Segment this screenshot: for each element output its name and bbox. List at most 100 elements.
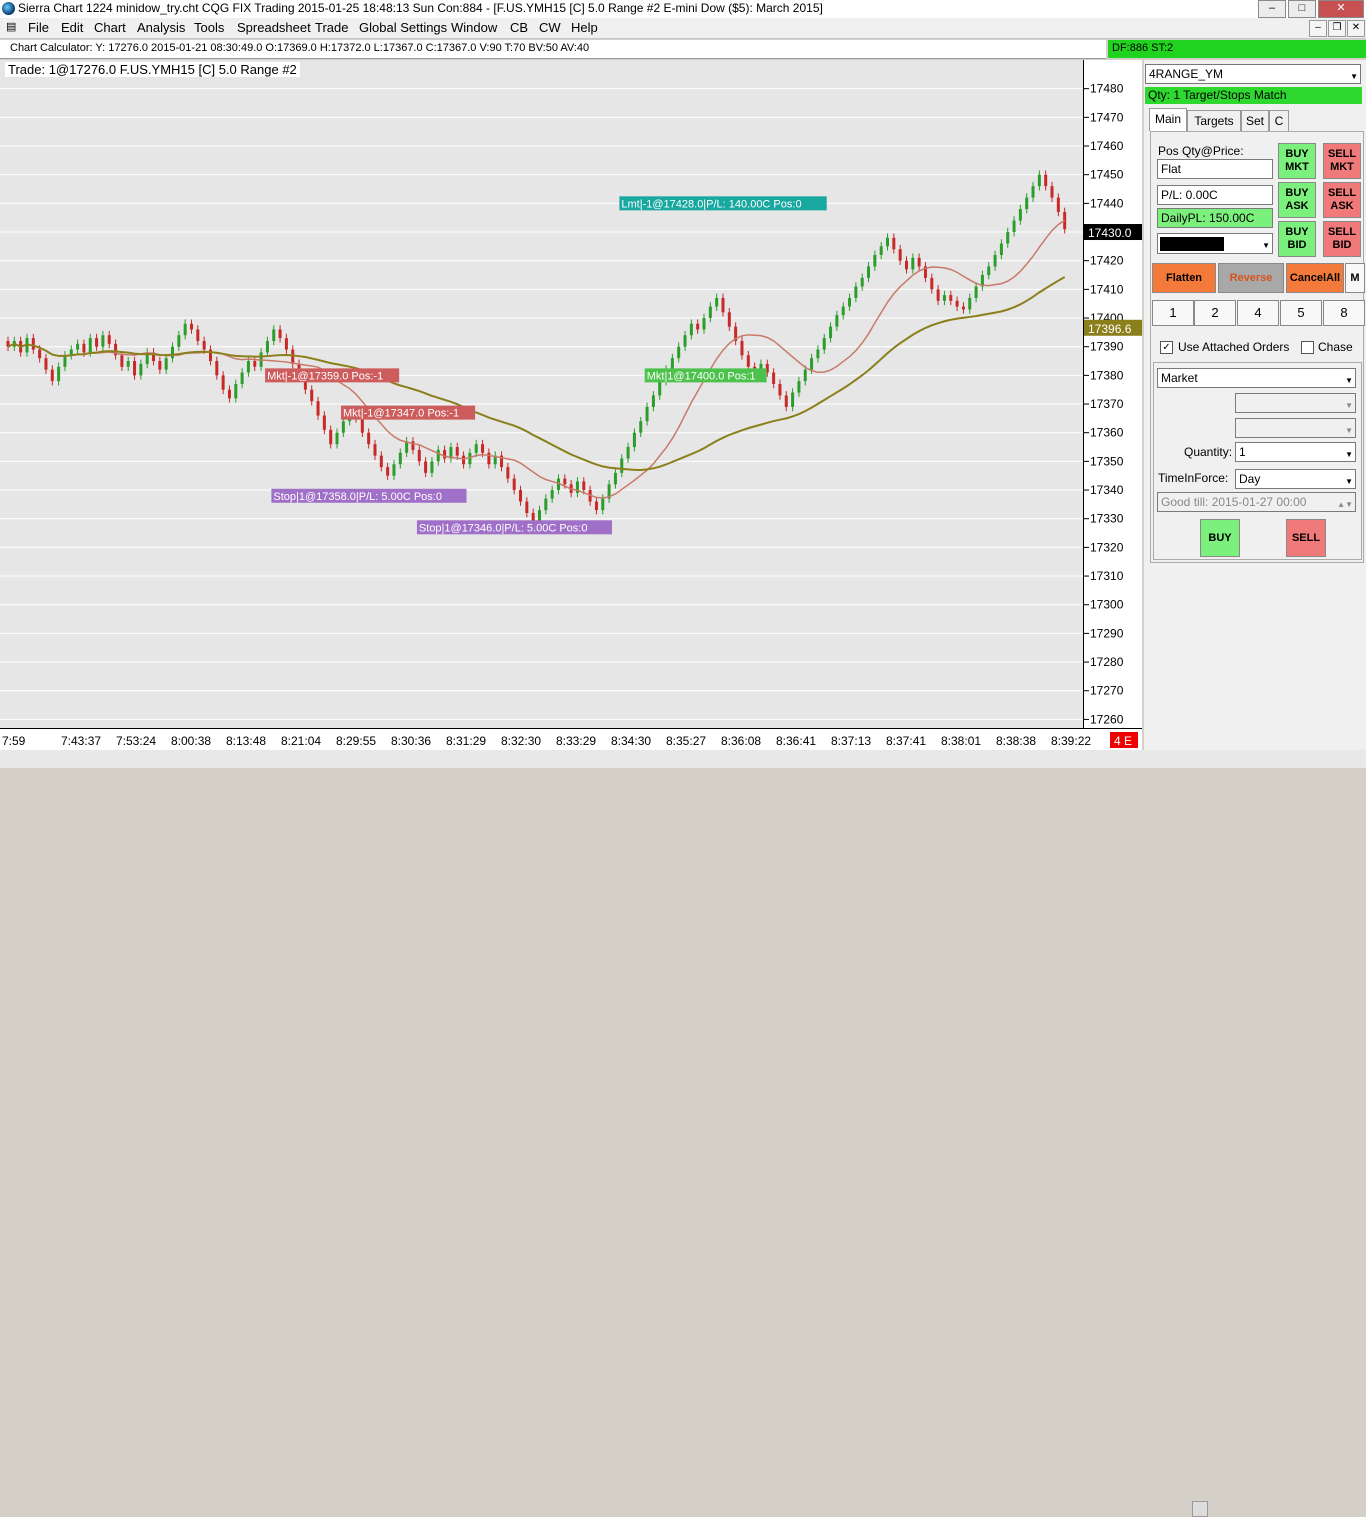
order-annotation: Mkt|-1@17347.0 Pos:-1 — [343, 408, 459, 420]
qty-button-1[interactable]: 1 — [1152, 300, 1194, 326]
reverse-button[interactable]: Reverse — [1218, 263, 1284, 293]
qty-button-4[interactable]: 4 — [1237, 300, 1279, 326]
mdi-minimize-button[interactable]: – — [1309, 20, 1327, 37]
y-tick-label: 17320 — [1090, 540, 1124, 554]
candle-body — [126, 361, 130, 367]
menu-help[interactable]: Help — [571, 20, 598, 35]
sell-ask-button[interactable]: SELL ASK — [1323, 182, 1361, 218]
mdi-close-button[interactable]: ✕ — [1347, 20, 1365, 37]
menu-spreadsheet[interactable]: Spreadsheet — [237, 20, 311, 35]
flatten-button[interactable]: Flatten — [1152, 263, 1216, 293]
sell-market-button[interactable]: SELL MKT — [1323, 143, 1361, 179]
candle-body — [284, 338, 288, 350]
tab-c[interactable]: C — [1269, 110, 1289, 131]
y-tick-label: 17300 — [1090, 598, 1124, 612]
mdi-restore-button[interactable]: ❐ — [1328, 20, 1346, 37]
menu-edit[interactable]: Edit — [61, 20, 83, 35]
good-till-field: Good till: 2015-01-27 00:00 ▲▼ — [1157, 492, 1356, 512]
buy-button[interactable]: BUY — [1200, 519, 1240, 557]
candle-body — [955, 300, 959, 307]
daily-pl-field: DailyPL: 150.00C — [1157, 208, 1273, 228]
color-select[interactable]: ▼ — [1157, 233, 1273, 254]
buy-bid-button[interactable]: BUY BID — [1278, 221, 1316, 257]
candle-body — [474, 444, 478, 453]
candle-body — [563, 478, 567, 485]
menu-tools[interactable]: Tools — [194, 20, 224, 35]
tif-select[interactable]: Day ▼ — [1235, 469, 1356, 489]
chevron-down-icon: ▼ — [1262, 241, 1270, 250]
candle-body — [265, 340, 269, 353]
document-menu-icon[interactable]: ▤ — [6, 20, 16, 33]
y-tick-label: 17360 — [1090, 426, 1124, 440]
menu-chart[interactable]: Chart — [94, 20, 126, 35]
candle-body — [392, 464, 396, 476]
use-attached-orders-checkbox[interactable]: ✓ — [1160, 341, 1173, 354]
order-type-select[interactable]: Market ▼ — [1157, 368, 1356, 388]
menu-window[interactable]: Window — [451, 20, 497, 35]
menu-trade[interactable]: Trade — [315, 20, 348, 35]
candle-body — [645, 406, 649, 422]
candle-body — [658, 381, 662, 396]
candle-body — [525, 501, 529, 513]
candle-body — [462, 455, 466, 465]
candle-body — [1006, 232, 1010, 244]
m-button[interactable]: M — [1345, 263, 1365, 293]
pos-qty-label: Pos Qty@Price: — [1158, 144, 1244, 158]
candle-body — [367, 432, 371, 445]
x-tick-label: 7:43:37 — [61, 734, 101, 748]
candle-body — [974, 286, 978, 298]
minimize-button[interactable]: – — [1258, 0, 1286, 18]
candle-body — [670, 358, 674, 370]
candle-body — [221, 375, 225, 390]
tab-main[interactable]: Main — [1149, 108, 1187, 131]
candle-body — [519, 490, 523, 502]
candle-body — [31, 338, 35, 350]
symbol-select[interactable]: 4RANGE_YM ▼ — [1145, 64, 1361, 84]
candle-body — [481, 444, 485, 453]
qty-button-2[interactable]: 2 — [1194, 300, 1236, 326]
candle-body — [57, 366, 61, 382]
candle-body — [892, 237, 896, 250]
buy-market-button[interactable]: BUY MKT — [1278, 143, 1316, 179]
order-type-value: Market — [1161, 371, 1198, 385]
sell-bid-button[interactable]: SELL BID — [1323, 221, 1361, 257]
tab-targets[interactable]: Targets — [1187, 110, 1241, 131]
menu-cb[interactable]: CB — [510, 20, 528, 35]
tab-set[interactable]: Set — [1241, 110, 1269, 131]
candle-body — [246, 361, 250, 373]
menu-global-settings[interactable]: Global Settings — [359, 20, 447, 35]
candle-body — [683, 335, 687, 347]
qty-button-8[interactable]: 8 — [1323, 300, 1365, 326]
candle-body — [316, 401, 320, 416]
menu-analysis[interactable]: Analysis — [137, 20, 185, 35]
maximize-button[interactable]: □ — [1288, 0, 1316, 18]
menu-cw[interactable]: CW — [539, 20, 561, 35]
ma-value-label: 17396.6 — [1088, 322, 1132, 336]
price-chart-area[interactable]: Mkt|-1@17359.0 Pos:-1 Mkt|-1@17347.0 Pos:… — [0, 60, 1084, 728]
sell-button[interactable]: SELL — [1286, 519, 1326, 557]
chevron-down-icon: ▼ — [1345, 477, 1353, 486]
candle-body — [917, 257, 921, 267]
qty-button-5[interactable]: 5 — [1280, 300, 1322, 326]
candle-body — [76, 343, 80, 350]
title-bar: Sierra Chart 1224 minidow_try.cht CQG FI… — [0, 0, 1366, 18]
candle-body — [38, 349, 42, 359]
candle-body — [253, 361, 257, 367]
chase-checkbox[interactable] — [1301, 341, 1314, 354]
price-axis[interactable]: 1748017470174601745017440174301742017410… — [1084, 60, 1142, 728]
close-button[interactable]: ✕ — [1318, 0, 1364, 18]
quantity-select[interactable]: 1 ▼ — [1235, 442, 1356, 462]
menu-file[interactable]: File — [28, 20, 49, 35]
cancel-all-button[interactable]: CancelAll — [1286, 263, 1344, 293]
candle-body — [740, 340, 744, 356]
buy-ask-button[interactable]: BUY ASK — [1278, 182, 1316, 218]
chart-calculator-text: Chart Calculator: Y: 17276.0 2015-01-21 … — [10, 42, 590, 54]
candle-body — [835, 315, 839, 327]
candle-body — [133, 361, 137, 376]
y-tick-label: 17340 — [1090, 483, 1124, 497]
horizontal-scroll-thumb[interactable] — [1192, 1501, 1208, 1517]
candle-body — [196, 329, 200, 341]
candle-body — [626, 447, 630, 459]
candle-body — [620, 458, 624, 473]
time-axis[interactable]: 7:59 7:43:37 7:53:24 8:00:38 8:13:48 8:21:04 8… — [0, 728, 1142, 751]
